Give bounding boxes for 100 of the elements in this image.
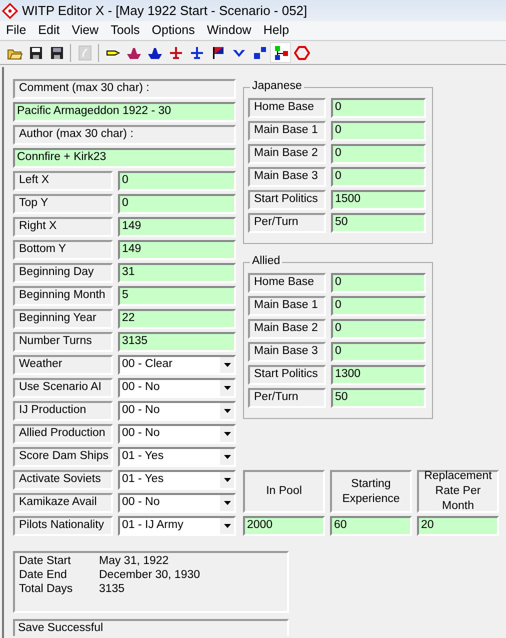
text-field[interactable]: 0 [331, 167, 426, 187]
field-label: Bottom Y [13, 240, 113, 260]
text-field[interactable]: 0 [331, 98, 426, 118]
summary-label: Total Days [19, 582, 74, 596]
squares-icon [252, 44, 268, 60]
status-text: Save Successful [13, 619, 289, 636]
field-label: Main Base 3 [248, 167, 326, 187]
field-label: Main Base 1 [248, 121, 326, 141]
text-field[interactable]: 149 [118, 240, 236, 260]
text-field[interactable]: 22 [118, 309, 236, 329]
text-field[interactable]: 0 [331, 342, 426, 362]
dropdown-field[interactable]: 00 - Clear [118, 355, 236, 375]
menu-item[interactable]: Help [257, 23, 296, 38]
dropdown-value: 00 - No [122, 427, 160, 441]
text-field[interactable]: 0 [118, 194, 236, 214]
field-label: Allied Production [13, 424, 113, 444]
dropdown-value: 00 - Clear [122, 358, 172, 372]
column-header: In Pool [243, 470, 325, 513]
group-title: Japanese [250, 80, 304, 94]
field-label: Beginning Year [13, 309, 113, 329]
summary-value: May 31, 1922 [99, 555, 169, 569]
text-field[interactable]: 50 [331, 388, 426, 408]
column-header: Starting Experience [330, 470, 412, 513]
field-label: IJ Production [13, 401, 113, 421]
caret-icon [224, 524, 230, 528]
plane-icon [168, 44, 184, 60]
dropdown-field[interactable]: 01 - IJ Army [118, 516, 236, 536]
field-label: Number Turns [13, 332, 113, 352]
field-label: Main Base 2 [248, 144, 326, 164]
text-field[interactable]: 50 [331, 213, 426, 233]
text-field[interactable]: 1300 [331, 365, 426, 385]
text-field[interactable]: 1500 [331, 190, 426, 210]
text-field[interactable]: 2000 [243, 516, 325, 536]
menu-item[interactable]: Edit [32, 23, 66, 38]
dropdown-field[interactable]: 00 - No [118, 424, 236, 444]
text-field[interactable]: 31 [118, 263, 236, 283]
text-field[interactable]: 0 [331, 121, 426, 141]
dropdown-value: 00 - No [122, 496, 160, 510]
app-icon [2, 2, 18, 18]
menu-item[interactable]: View [66, 23, 105, 38]
text-field[interactable]: 0 [331, 319, 426, 339]
field-label: Left X [13, 171, 113, 191]
field-label: Author (max 30 char) : [13, 125, 236, 145]
summary-value: December 30, 1930 [99, 568, 200, 583]
field-label: Start Politics [248, 190, 326, 210]
tree-icon [272, 44, 288, 60]
menu-item[interactable]: Options [146, 23, 201, 38]
dropdown-value: 01 - Yes [122, 450, 164, 464]
text-field[interactable]: 0 [331, 273, 426, 293]
text-field[interactable]: 149 [118, 217, 236, 237]
dropdown-value: 01 - IJ Army [122, 519, 184, 533]
caret-icon [224, 363, 230, 367]
save-all-icon [48, 44, 64, 60]
text-field[interactable]: 0 [331, 144, 426, 164]
caret-icon [224, 432, 230, 436]
text-field[interactable]: 0 [118, 171, 236, 191]
caret-icon [224, 501, 230, 505]
menu-item[interactable]: Tools [104, 23, 146, 38]
text-field[interactable]: 0 [331, 296, 426, 316]
field-label: Top Y [13, 194, 113, 214]
hexagon-icon [294, 44, 310, 60]
field-label: Use Scenario AI [13, 378, 113, 398]
plane-icon [188, 44, 204, 60]
field-label: Beginning Month [13, 286, 113, 306]
dropdown-field[interactable]: 00 - No [118, 401, 236, 421]
text-field[interactable]: Pacific Armageddon 1922 - 30 [13, 102, 236, 122]
dropdown-field[interactable]: 01 - Yes [118, 447, 236, 467]
menu-item[interactable]: File [0, 23, 32, 38]
window-title: WITP Editor X - [May 1922 Start - Scenario - 052] [22, 2, 308, 18]
summary-value: 3135 [99, 582, 125, 596]
field-label: Activate Soviets [13, 470, 113, 490]
text-field[interactable]: Connfire + Kirk23 [13, 148, 236, 168]
tree-button[interactable] [270, 42, 291, 63]
dropdown-field[interactable]: 00 - No [118, 378, 236, 398]
text-field[interactable]: 5 [118, 286, 236, 306]
field-label: Start Politics [248, 365, 326, 385]
field-label: Right X [13, 217, 113, 237]
menu-item[interactable]: Window [200, 23, 258, 38]
caret-icon [224, 386, 230, 390]
dropdown-value: 00 - No [122, 404, 160, 418]
summary-label: Date End [19, 568, 68, 583]
field-label: Main Base 1 [248, 296, 326, 316]
text-field[interactable]: 20 [417, 516, 499, 536]
summary-label: Date Start [19, 555, 72, 569]
text-field[interactable]: 3135 [118, 332, 236, 352]
dropdown-field[interactable]: 01 - Yes [118, 470, 236, 490]
field-label: Weather [13, 355, 113, 375]
field-label: Home Base [248, 98, 326, 118]
caret-icon [224, 478, 230, 482]
field-label: Main Base 3 [248, 342, 326, 362]
field-label: Comment (max 30 char) : [13, 79, 236, 99]
caret-icon [224, 409, 230, 413]
save-icon [28, 44, 44, 60]
dropdown-value: 00 - No [122, 381, 160, 395]
dropdown-field[interactable]: 00 - No [118, 493, 236, 513]
field-label: Beginning Day [13, 263, 113, 283]
field-label: Pilots Nationality [13, 516, 113, 536]
caret-icon [224, 455, 230, 459]
field-label: Score Dam Ships [13, 447, 113, 467]
text-field[interactable]: 60 [330, 516, 412, 536]
